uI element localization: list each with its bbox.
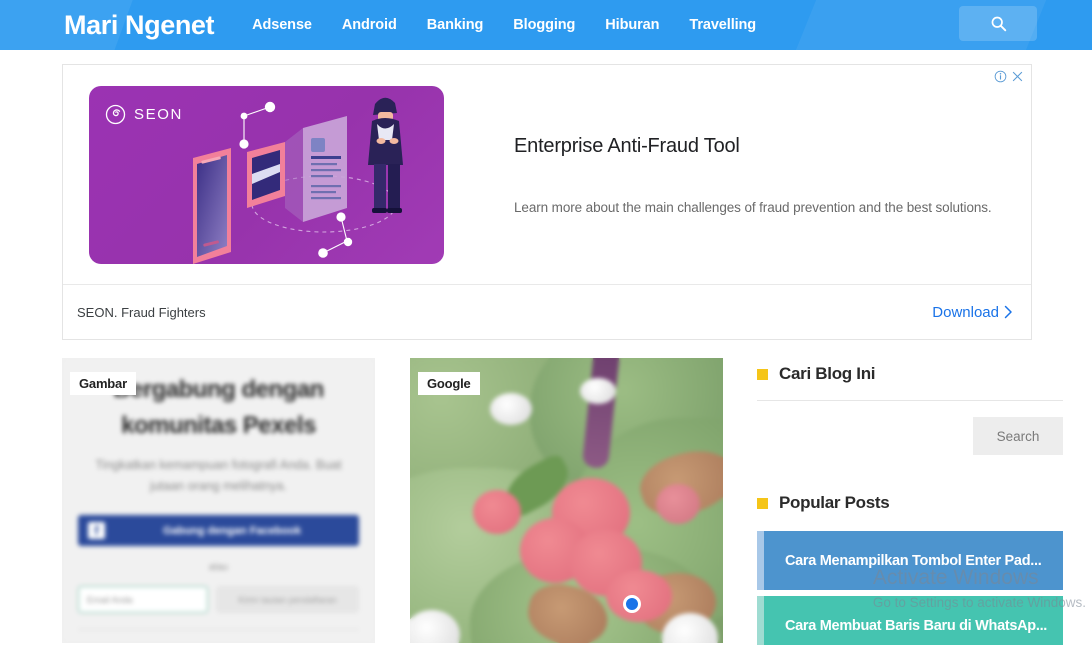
nav-item-hiburan[interactable]: Hiburan — [605, 17, 659, 33]
sidebar: Cari Blog Ini Search Popular Posts Cara … — [757, 358, 1063, 645]
photo-marker-dot — [623, 595, 641, 613]
blog-search-form: Search — [757, 417, 1063, 455]
popular-post-label: Cara Membuat Baris Baru di WhatsAp... — [785, 617, 1048, 634]
post-badge-google: Google — [418, 372, 480, 395]
search-widget-title: Cari Blog Ini — [779, 364, 876, 383]
popular-post-edge — [757, 531, 764, 590]
popular-post-label: Cara Menampilkan Tombol Enter Pad... — [785, 552, 1042, 569]
main-navigation: Adsense Android Banking Blogging Hiburan… — [252, 17, 756, 33]
popular-widget-title: Popular Posts — [779, 493, 890, 512]
post-badge-gambar: Gambar — [70, 372, 136, 395]
bullet-square-icon — [757, 368, 768, 380]
nav-item-travelling[interactable]: Travelling — [689, 17, 756, 33]
widget-title-popular: Popular Posts — [757, 493, 1063, 513]
ad-footer: SEON. Fraud Fighters Download — [63, 285, 1031, 339]
widget-title-search: Cari Blog Ini — [757, 364, 1063, 384]
ad-download-link[interactable]: Download — [932, 304, 1013, 321]
ad-close-icon[interactable] — [1011, 70, 1024, 83]
facebook-icon: f — [88, 522, 105, 539]
blog-search-input[interactable] — [757, 417, 973, 455]
ad-description: Learn more about the main challenges of … — [514, 199, 992, 215]
chevron-right-icon — [1004, 305, 1012, 319]
nav-item-adsense[interactable]: Adsense — [252, 17, 312, 33]
post-card[interactable]: Google — [410, 358, 723, 643]
popular-post-edge — [757, 596, 764, 645]
post-grid: Bergabung dengan komunitas Pexels Tingka… — [62, 358, 723, 645]
nav-item-android[interactable]: Android — [342, 17, 397, 33]
pexels-facebook-button: f Gabung dengan Facebook — [78, 515, 359, 546]
site-logo[interactable]: Mari Ngenet — [64, 10, 215, 41]
blog-search-button[interactable]: Search — [973, 417, 1063, 455]
ad-illustration — [193, 97, 403, 264]
nav-item-blogging[interactable]: Blogging — [513, 17, 575, 33]
ad-body: SEON Enterprise Anti-Fraud Tool Learn mo… — [63, 65, 1031, 285]
pexels-form: Email Anda Kirim tautan pendaftaran — [78, 586, 359, 613]
popular-posts-list: Cara Menampilkan Tombol Enter Pad... Car… — [757, 531, 1063, 645]
ad-controls — [994, 70, 1024, 83]
widget-divider — [757, 400, 1063, 401]
content-area: Bergabung dengan komunitas Pexels Tingka… — [0, 358, 1092, 645]
pexels-or-label: atau — [208, 562, 229, 573]
photo-blur-overlay — [410, 358, 723, 643]
pexels-sub-line1: Tingkatkan kemampuan fotografi Anda. Bua… — [95, 458, 342, 472]
site-header: Mari Ngenet Adsense Android Banking Blog… — [0, 0, 1092, 50]
pexels-divider — [78, 629, 359, 630]
post-thumbnail-flower — [410, 358, 723, 643]
ad-text-block: Enterprise Anti-Fraud Tool Learn more ab… — [444, 135, 1016, 215]
pexels-email-field: Email Anda — [78, 586, 208, 613]
post-thumbnail-pexels: Bergabung dengan komunitas Pexels Tingka… — [62, 358, 375, 643]
ad-download-label: Download — [932, 303, 999, 321]
header-search-button[interactable] — [959, 6, 1037, 41]
pexels-secondary-button: Kirim tautan pendaftaran — [216, 586, 359, 613]
pexels-facebook-label: Gabung dengan Facebook — [162, 524, 302, 537]
popular-post-item[interactable]: Cara Menampilkan Tombol Enter Pad... — [757, 531, 1063, 590]
pexels-sub-line2: jutaan orang melihatnya. — [150, 479, 287, 493]
nav-item-banking[interactable]: Banking — [427, 17, 484, 33]
bullet-square-icon — [757, 497, 768, 509]
ad-headline[interactable]: Enterprise Anti-Fraud Tool — [514, 135, 992, 158]
search-icon — [991, 16, 1006, 32]
post-card[interactable]: Bergabung dengan komunitas Pexels Tingka… — [62, 358, 375, 643]
ad-creative-image[interactable]: SEON — [89, 85, 444, 264]
pexels-title-line2: komunitas Pexels — [121, 412, 316, 439]
ad-info-icon[interactable] — [994, 70, 1007, 83]
advertisement-unit[interactable]: SEON Enterprise Anti-Fraud Tool Learn mo… — [62, 64, 1032, 340]
ad-advertiser-name: SEON. Fraud Fighters — [77, 304, 206, 320]
popular-post-item[interactable]: Cara Membuat Baris Baru di WhatsAp... — [757, 596, 1063, 645]
